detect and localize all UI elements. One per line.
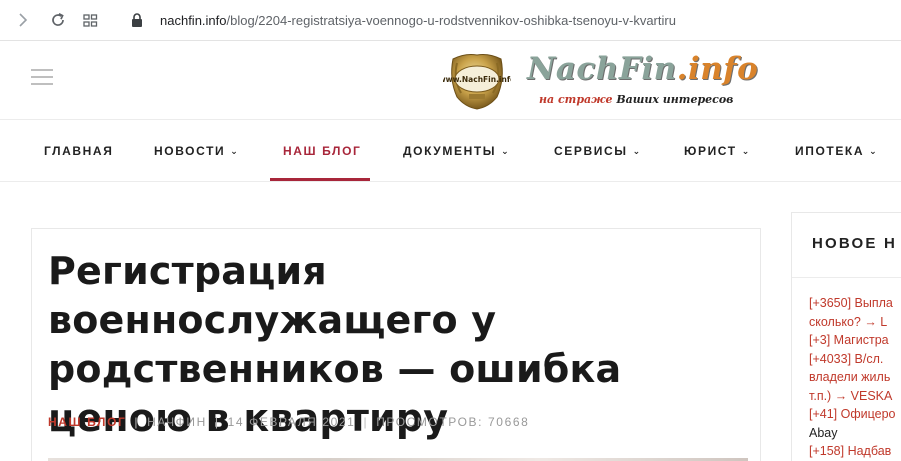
article-views: ПРОСМОТРОВ: 70668 [376,415,530,429]
nav-item-label: ЮРИСТ [684,144,737,158]
chevron-down-icon: ⌄ [741,146,751,156]
nav-item-label: ИПОТЕКА [795,144,865,158]
lock-icon [132,12,142,27]
article-category-link[interactable]: НАШ БЛОГ [48,415,126,429]
article-date: 14 ФЕВРАЛЯ 2021 [227,415,356,429]
logo-wordmark[interactable]: NachFin.info [527,51,758,87]
sidebar-comment-author: Abay [809,425,838,440]
logo-tagline: на страже Ваших интересов [539,93,733,106]
nav-item-label: НАШ БЛОГ [283,144,362,158]
sidebar-widget-new: НОВОЕ Н [+3650] Выпла сколько? → L [+3] … [791,212,901,461]
address-bar[interactable]: nachfin.info/blog/2204-registratsiya-voe… [160,13,676,28]
chevron-down-icon: ⌄ [632,146,642,156]
nav-item-lawyer[interactable]: ЮРИСТ ⌄ [684,144,751,158]
meta-separator: | [134,415,140,429]
forward-arrow-icon [19,13,28,27]
meta-separator: | [214,415,220,429]
forward-button[interactable] [12,9,34,31]
chevron-down-icon: ⌄ [230,146,240,156]
sidebar-comment-link[interactable]: [+158] Надбав [809,442,896,461]
sidebar-comment-link[interactable]: [+3] Магистра [809,331,896,350]
logo-name: NachFin [527,51,677,87]
chevron-down-icon: ⌄ [501,146,511,156]
emblem-text: www.NachFin.info [443,75,511,84]
tagline-dark: Ваших интересов [616,93,734,106]
sidebar-comment-link[interactable]: сколько? → L [809,313,896,332]
nav-item-mortgage[interactable]: ИПОТЕКА ⌄ [795,144,878,158]
reload-button[interactable] [47,9,69,31]
tabs-grid-icon [82,13,97,27]
sidebar-divider [792,277,901,278]
nav-item-label: ГЛАВНАЯ [44,144,114,158]
logo-suffix: .info [676,51,759,87]
tab-grid-button[interactable] [79,9,101,31]
nav-item-our-blog[interactable]: НАШ БЛОГ [283,144,361,158]
sidebar-comment-list: [+3650] Выпла сколько? → L [+3] Магистра… [809,294,896,461]
url-path: /blog/2204-registratsiya-voennogo-u-rods… [226,13,676,28]
article-meta: НАШ БЛОГ | НАЧФИН | 14 ФЕВРАЛЯ 2021 | ПРОСМОТР… [48,415,529,429]
nav-item-label: ДОКУМЕНТЫ [403,144,497,158]
nav-item-home[interactable]: ГЛАВНАЯ [44,144,113,158]
nav-item-services[interactable]: СЕРВИСЫ ⌄ [554,144,642,158]
sidebar-comment-link[interactable]: т.п.) → VESKA [809,387,896,406]
article-card: Регистрация военнослужащего у родственни… [31,228,761,461]
meta-separator: | [363,415,369,429]
tagline-red: на страже [539,93,613,106]
site-header: www.NachFin.info NachFin.info на страже … [0,41,901,120]
article-title: Регистрация военнослужащего у родственни… [48,249,622,440]
site-info-button[interactable] [126,9,148,31]
nav-item-label: СЕРВИСЫ [554,144,628,158]
reload-icon [52,13,64,26]
url-domain: nachfin.info [160,13,227,28]
hamburger-menu-icon[interactable] [31,69,53,87]
sidebar-comment-link[interactable]: [+3650] Выпла [809,294,896,313]
browser-toolbar: nachfin.info/blog/2204-registratsiya-voe… [0,0,901,41]
article-author[interactable]: НАЧФИН [147,415,207,429]
nav-item-documents[interactable]: ДОКУМЕНТЫ ⌄ [403,144,510,158]
sidebar-comment-link[interactable]: владели жиль [809,368,896,387]
chevron-down-icon: ⌄ [869,146,879,156]
active-nav-indicator [270,178,370,181]
sidebar-comment-link[interactable]: [+41] Офицеро [809,405,896,424]
sidebar-title: НОВОЕ Н [812,235,898,252]
nav-item-news[interactable]: НОВОСТИ ⌄ [154,144,239,158]
sidebar-comment-link[interactable]: [+4033] В/сл. [809,350,896,369]
nav-item-label: НОВОСТИ [154,144,226,158]
logo-emblem[interactable]: www.NachFin.info [443,49,511,111]
main-navigation: ГЛАВНАЯ НОВОСТИ ⌄ НАШ БЛОГ ДОКУМЕНТЫ ⌄ СЕР… [0,121,901,182]
